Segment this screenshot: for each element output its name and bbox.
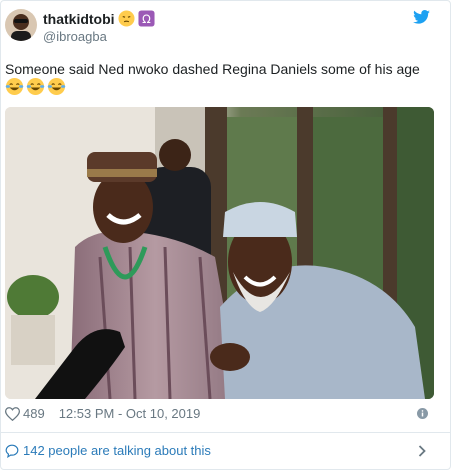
pensive-face-emoji-icon	[118, 10, 135, 27]
user-name-row[interactable]: thatkidtobi Ω	[43, 10, 155, 27]
avatar[interactable]	[5, 9, 37, 41]
chevron-right-icon[interactable]	[418, 445, 426, 457]
conversation-label[interactable]: 142 people are talking about this	[23, 443, 211, 458]
display-name[interactable]: thatkidtobi	[43, 11, 115, 27]
svg-text:Ω: Ω	[142, 12, 151, 26]
user-handle[interactable]: @ibroagba	[43, 29, 107, 44]
avatar-image	[5, 9, 37, 41]
face-with-tears-of-joy-icon	[5, 77, 24, 96]
tweet-timestamp[interactable]: 12:53 PM - Oct 10, 2019	[59, 406, 201, 421]
twitter-bird-icon[interactable]	[413, 10, 430, 24]
tweet-photo[interactable]	[5, 107, 434, 399]
conversation-link[interactable]: 142 people are talking about this	[5, 443, 211, 458]
emoji-row	[5, 77, 66, 96]
tweet-meta: 489 12:53 PM - Oct 10, 2019	[5, 406, 200, 421]
face-with-tears-of-joy-icon	[47, 77, 66, 96]
info-icon[interactable]	[417, 408, 428, 419]
tweet-text: Someone said Ned nwoko dashed Regina Dan…	[5, 61, 420, 77]
heart-icon[interactable]	[5, 406, 20, 421]
divider	[1, 432, 450, 433]
photo-two-men-laughing	[5, 107, 434, 399]
comment-bubble-icon	[5, 444, 19, 458]
omega-sign-icon: Ω	[138, 10, 155, 27]
tweet-card: thatkidtobi Ω @ibroagba Someone said Ned…	[0, 0, 451, 470]
like-count[interactable]: 489	[23, 406, 45, 421]
face-with-tears-of-joy-icon	[26, 77, 45, 96]
